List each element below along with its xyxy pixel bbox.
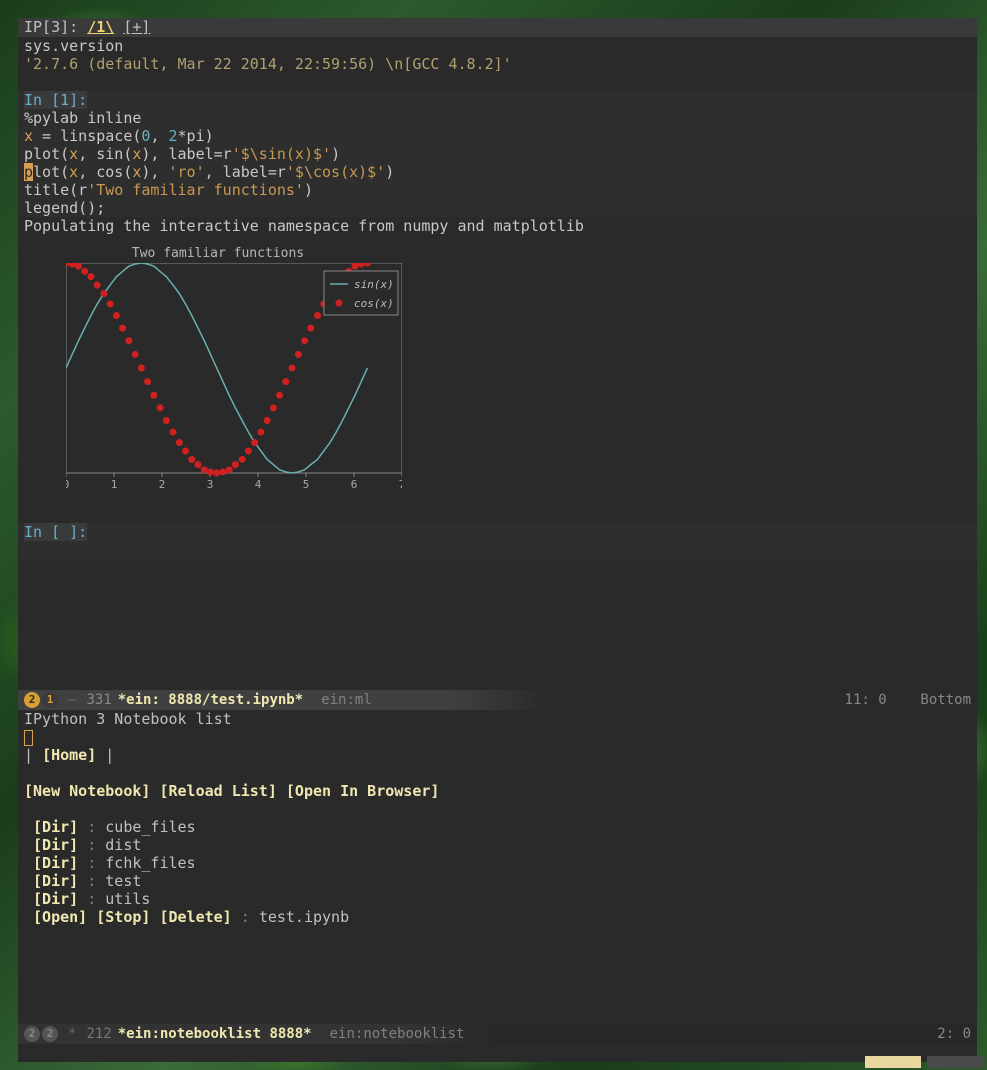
line-number: 331 <box>86 692 111 708</box>
new-notebook-button[interactable]: [New Notebook] <box>24 782 150 800</box>
modeline-top: 2 1 — 331 *ein: 8888/test.ipynb* ein:ml … <box>18 690 977 710</box>
buffer-name: *ein: 8888/test.ipynb* <box>118 692 303 708</box>
file-entry: [Open] [Stop] [Delete] : test.ipynb <box>24 908 971 926</box>
window-badge: 2 <box>24 692 40 708</box>
plot-output: Two familiar functions -1.0-0.50.00.51.0… <box>28 241 408 509</box>
breadcrumb: | [Home] | <box>24 746 971 764</box>
home-link[interactable]: [Home] <box>42 746 96 764</box>
code-line: sys.version <box>24 37 971 55</box>
svg-text:4: 4 <box>255 478 262 491</box>
cursor-position: 11: 0 Bottom <box>845 692 971 708</box>
svg-text:cos(x): cos(x) <box>354 297 394 310</box>
worksheet-header: IP[3]: /1\ [+] <box>18 18 977 37</box>
desktop-taskbar <box>865 1054 987 1070</box>
code-line[interactable]: title(r'Two familiar functions') <box>24 181 971 199</box>
cell-0-output: sys.version '2.7.6 (default, Mar 22 2014… <box>18 37 977 73</box>
svg-text:3: 3 <box>207 478 214 491</box>
editor-frame: IP[3]: /1\ [+] sys.version '2.7.6 (defau… <box>18 18 977 1062</box>
directory-entry[interactable]: [Dir] : test <box>24 872 971 890</box>
notebook-pane[interactable]: IP[3]: /1\ [+] sys.version '2.7.6 (defau… <box>18 18 977 690</box>
svg-text:sin(x): sin(x) <box>354 278 394 291</box>
cell-1[interactable]: In [1]: %pylab inline x = linspace(0, 2*… <box>18 91 977 509</box>
action-row: [New Notebook] [Reload List] [Open In Br… <box>24 782 971 800</box>
in-prompt: In [1]: <box>24 91 87 109</box>
output-string: '2.7.6 (default, Mar 22 2014, 22:59:56) … <box>24 55 971 73</box>
dash: — <box>68 692 76 708</box>
code-line[interactable]: legend(); <box>24 199 971 217</box>
cursor: p <box>24 163 33 181</box>
reload-list-button[interactable]: [Reload List] <box>159 782 276 800</box>
code-line[interactable]: %pylab inline <box>24 109 971 127</box>
svg-text:2: 2 <box>159 478 166 491</box>
svg-text:0: 0 <box>66 478 69 491</box>
directory-entry[interactable]: [Dir] : utils <box>24 890 971 908</box>
cursor-position: 2: 0 <box>937 1026 971 1042</box>
ip-label: IP[3]: <box>24 18 78 36</box>
open-in-browser-button[interactable]: [Open In Browser] <box>286 782 440 800</box>
code-line[interactable]: x = linspace(0, 2*pi) <box>24 127 971 145</box>
directory-entry[interactable]: [Dir] : fchk_files <box>24 854 971 872</box>
file-name: test.ipynb <box>259 908 349 926</box>
line-number: 212 <box>86 1026 111 1042</box>
major-mode: ein:notebooklist <box>330 1026 465 1042</box>
window-badge: 2 <box>42 1026 58 1042</box>
svg-text:1: 1 <box>111 478 118 491</box>
svg-text:5: 5 <box>303 478 310 491</box>
minibuffer[interactable] <box>18 1044 977 1062</box>
plot-title: Two familiar functions <box>28 245 408 263</box>
stdout-line: Populating the interactive namespace fro… <box>24 217 971 235</box>
worksheet-tab[interactable]: /1\ <box>87 18 114 36</box>
major-mode: ein:ml <box>321 692 372 708</box>
notebooklist-title: IPython 3 Notebook list <box>24 710 971 728</box>
directory-list: [Dir] : cube_files [Dir] : dist [Dir] : … <box>24 818 971 908</box>
taskbar-item[interactable] <box>927 1056 983 1068</box>
directory-entry[interactable]: [Dir] : cube_files <box>24 818 971 836</box>
in-prompt-empty: In [ ]: <box>24 523 87 541</box>
window-badge: 1 <box>42 692 58 708</box>
cell-2[interactable]: In [ ]: <box>18 523 977 559</box>
star: * <box>68 1026 76 1042</box>
stop-file-button[interactable]: [Stop] <box>96 908 150 926</box>
svg-text:7: 7 <box>399 478 402 491</box>
delete-file-button[interactable]: [Delete] <box>159 908 231 926</box>
code-line[interactable]: plot(x, cos(x), 'ro', label=r'$\cos(x)$'… <box>24 163 971 181</box>
plot-svg: -1.0-0.50.00.51.001234567sin(x)cos(x) <box>66 263 402 491</box>
taskbar-item[interactable] <box>865 1056 921 1068</box>
modeline-bottom: 2 2 * 212 *ein:notebooklist 8888* ein:no… <box>18 1024 977 1044</box>
directory-entry[interactable]: [Dir] : dist <box>24 836 971 854</box>
code-line[interactable]: plot(x, sin(x), label=r'$\sin(x)$') <box>24 145 971 163</box>
window-badge: 2 <box>24 1026 40 1042</box>
svg-text:6: 6 <box>351 478 358 491</box>
cursor <box>24 730 33 746</box>
add-worksheet[interactable]: [+] <box>123 18 150 36</box>
open-file-button[interactable]: [Open] <box>33 908 87 926</box>
buffer-name: *ein:notebooklist 8888* <box>118 1026 312 1042</box>
notebooklist-pane[interactable]: IPython 3 Notebook list | [Home] | [New … <box>18 710 977 1024</box>
